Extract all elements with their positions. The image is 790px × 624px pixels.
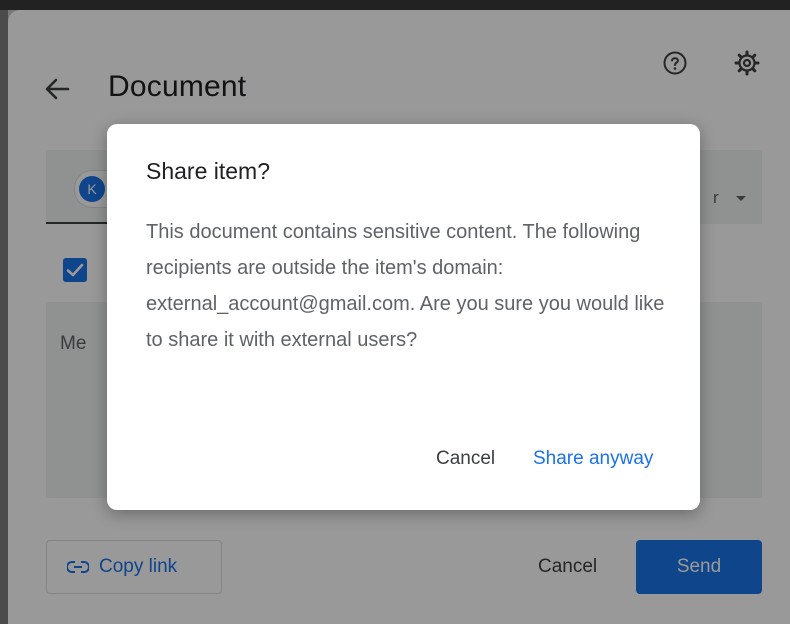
dialog-title: Share item?: [146, 158, 271, 184]
share-anyway-button[interactable]: Share anyway: [533, 448, 653, 470]
dialog-message: This document contains sensitive content…: [146, 221, 665, 351]
dialog-cancel-button[interactable]: Cancel: [436, 448, 495, 470]
share-confirmation-dialog: Share item? This document contains sensi…: [107, 124, 700, 510]
